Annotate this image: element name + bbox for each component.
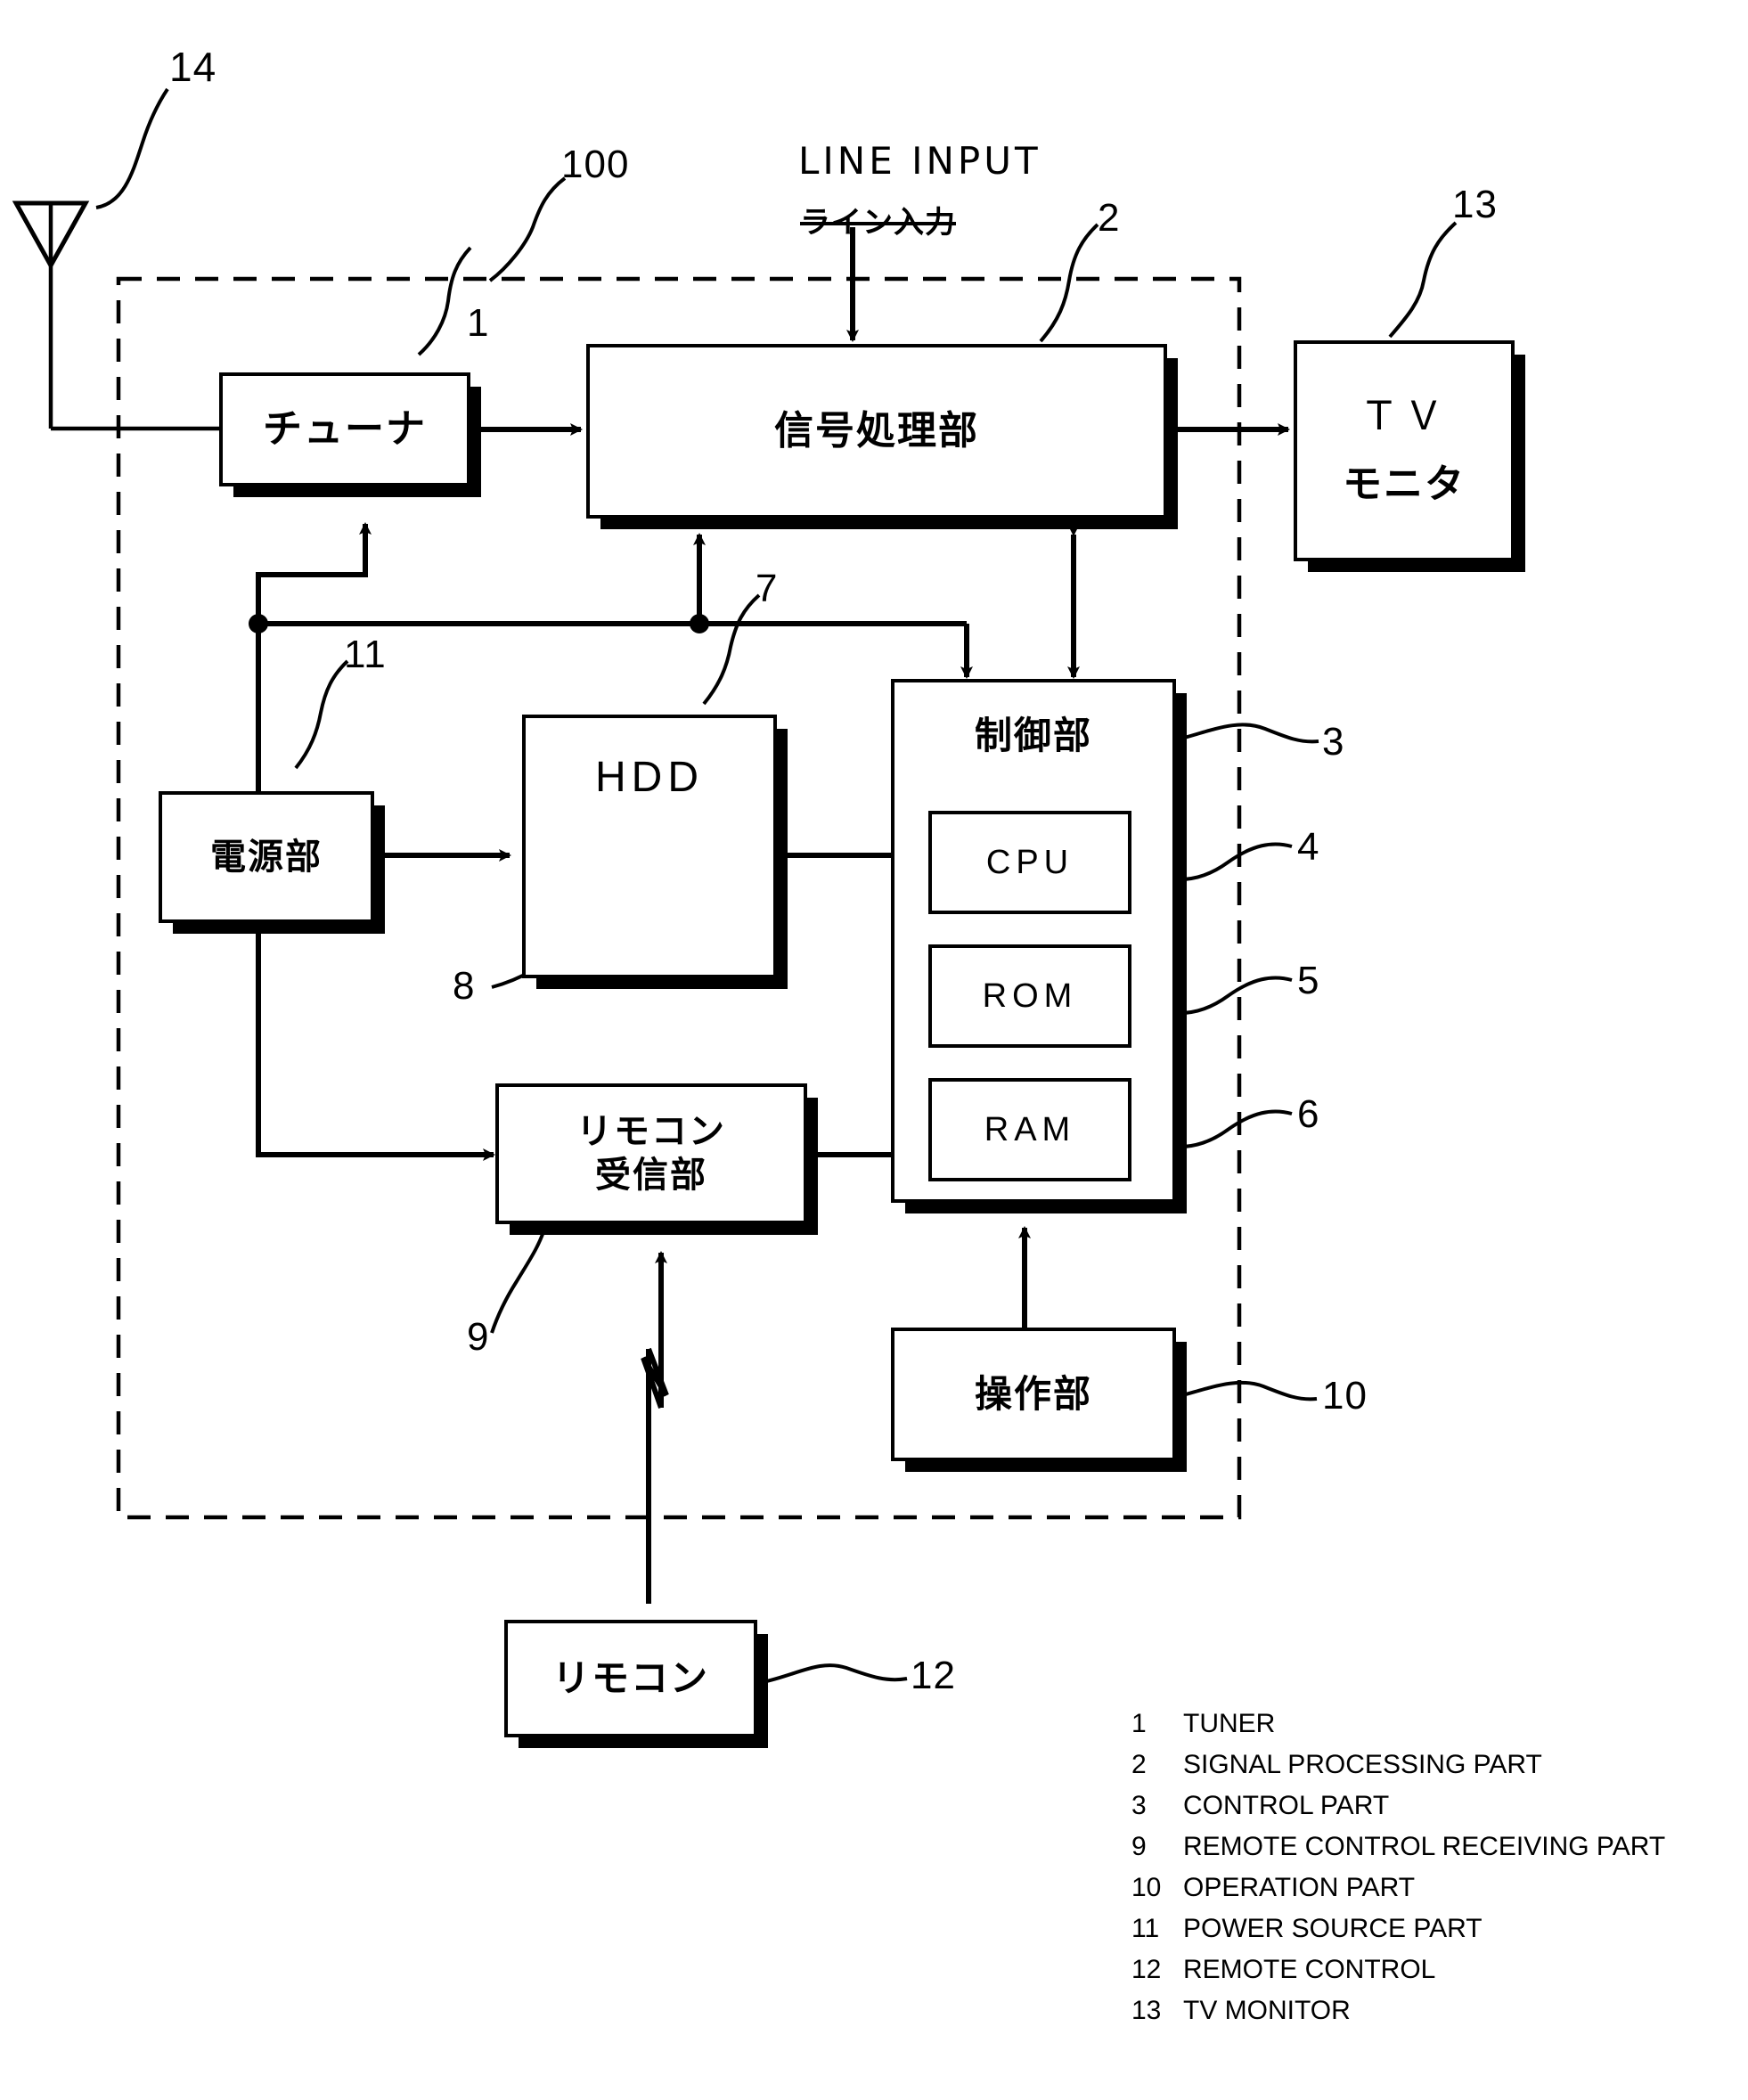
legend-row: 11 POWER SOURCE PART bbox=[1131, 1914, 1746, 1944]
legend-text: POWER SOURCE PART bbox=[1183, 1914, 1483, 1943]
legend-row: 3 CONTROL PART bbox=[1131, 1791, 1746, 1821]
leader-line-3 bbox=[1177, 723, 1319, 744]
block-remote-control-label: リモコン bbox=[551, 1656, 709, 1701]
block-tv-monitor[interactable]: ＴＶ モニタ bbox=[1294, 340, 1515, 561]
block-power-source-label: 電源部 bbox=[210, 836, 323, 878]
leader-line-14 bbox=[95, 87, 169, 209]
ref-numeral-9: 9 bbox=[467, 1315, 490, 1359]
line-input-annotation-en: LINE INPUT bbox=[798, 139, 1041, 183]
legend-row: 12 REMOTE CONTROL bbox=[1131, 1955, 1746, 1985]
leader-line-13 bbox=[1388, 221, 1458, 339]
ref-numeral-1: 1 bbox=[467, 301, 490, 345]
legend-text: TV MONITOR bbox=[1183, 1996, 1351, 2025]
ref-numeral-8: 8 bbox=[453, 964, 476, 1008]
legend-text: TUNER bbox=[1183, 1709, 1276, 1738]
legend-num: 12 bbox=[1131, 1955, 1162, 1984]
line-input-annotation-jp: ライン入力 bbox=[800, 205, 956, 241]
legend-text: REMOTE CONTROL RECEIVING PART bbox=[1183, 1832, 1666, 1861]
legend-text: SIGNAL PROCESSING PART bbox=[1183, 1750, 1542, 1779]
leader-line-9 bbox=[490, 1225, 547, 1334]
block-operation-part[interactable]: 操作部 bbox=[891, 1328, 1176, 1461]
ref-numeral-5: 5 bbox=[1297, 959, 1320, 1002]
ref-numeral-10: 10 bbox=[1322, 1374, 1368, 1418]
patent-figure-canvas: チューナ 信号処理部 ＴＶ モニタ 電源部 HDD 制御部 CPU ROM RA… bbox=[0, 0, 1748, 2100]
ref-numeral-11: 11 bbox=[344, 633, 387, 676]
block-hdd[interactable]: HDD bbox=[522, 715, 777, 978]
legend-num: 2 bbox=[1131, 1750, 1147, 1779]
block-power-source[interactable]: 電源部 bbox=[159, 791, 374, 923]
block-rom[interactable]: ROM bbox=[928, 944, 1131, 1048]
leader-line-11 bbox=[294, 659, 349, 770]
ref-numeral-7: 7 bbox=[756, 567, 779, 610]
legend-num: 9 bbox=[1131, 1832, 1147, 1861]
block-tuner[interactable]: チューナ bbox=[219, 372, 470, 486]
ref-numeral-3: 3 bbox=[1322, 720, 1345, 764]
legend-row: 2 SIGNAL PROCESSING PART bbox=[1131, 1750, 1746, 1780]
leader-line-7 bbox=[702, 593, 761, 706]
legend-row: 10 OPERATION PART bbox=[1131, 1873, 1746, 1903]
bus-branch-to-tuner bbox=[256, 522, 372, 624]
leader-line-100 bbox=[488, 176, 567, 282]
block-cpu-label: CPU bbox=[985, 843, 1074, 881]
legend-text: REMOTE CONTROL bbox=[1183, 1955, 1436, 1984]
block-signal-processing[interactable]: 信号処理部 bbox=[586, 344, 1167, 519]
legend-num: 11 bbox=[1131, 1914, 1160, 1943]
ref-numeral-4: 4 bbox=[1297, 825, 1320, 869]
leader-line-1 bbox=[417, 246, 472, 356]
leader-line-12 bbox=[762, 1663, 908, 1684]
block-remote-receiver-label-line1: リモコン bbox=[576, 1111, 726, 1153]
block-remote-control-receiver[interactable]: リモコン 受信部 bbox=[495, 1083, 807, 1224]
ref-numeral-100: 100 bbox=[561, 143, 630, 186]
legend-text: CONTROL PART bbox=[1183, 1791, 1390, 1820]
block-hdd-label: HDD bbox=[595, 754, 704, 801]
block-tv-monitor-label-line1: ＴＶ bbox=[1360, 395, 1449, 439]
legend-num: 13 bbox=[1131, 1996, 1162, 2025]
block-control-part-label: 制御部 bbox=[974, 714, 1092, 757]
legend-row: 13 TV MONITOR bbox=[1131, 1996, 1746, 2026]
legend-num: 3 bbox=[1131, 1791, 1147, 1820]
legend-num: 10 bbox=[1131, 1873, 1162, 1902]
block-operation-part-label: 操作部 bbox=[974, 1372, 1092, 1417]
legend-num: 1 bbox=[1131, 1709, 1147, 1738]
ir-signal-beam bbox=[641, 1251, 669, 1604]
block-remote-receiver-label-line2: 受信部 bbox=[595, 1155, 707, 1196]
block-rom-label: ROM bbox=[982, 976, 1078, 1015]
ref-numeral-14: 14 bbox=[169, 44, 217, 90]
block-remote-control[interactable]: リモコン bbox=[504, 1620, 757, 1737]
block-cpu[interactable]: CPU bbox=[928, 811, 1131, 914]
block-ram-label: RAM bbox=[984, 1110, 1076, 1148]
block-tv-monitor-label-line2: モニタ bbox=[1343, 462, 1466, 507]
legend-row: 1 TUNER bbox=[1131, 1709, 1746, 1739]
leader-line-2 bbox=[1039, 223, 1099, 343]
ref-numeral-12: 12 bbox=[911, 1654, 956, 1697]
ref-numeral-2: 2 bbox=[1098, 196, 1121, 240]
ref-numeral-13: 13 bbox=[1452, 183, 1498, 226]
reference-numeral-legend: 1 TUNER 2 SIGNAL PROCESSING PART 3 CONTR… bbox=[1131, 1709, 1746, 2037]
block-ram[interactable]: RAM bbox=[928, 1078, 1131, 1181]
ref-numeral-6: 6 bbox=[1297, 1092, 1320, 1136]
legend-row: 9 REMOTE CONTROL RECEIVING PART bbox=[1131, 1832, 1746, 1862]
leader-line-10 bbox=[1175, 1380, 1318, 1401]
block-signal-processing-label: 信号処理部 bbox=[774, 408, 979, 454]
legend-text: OPERATION PART bbox=[1183, 1873, 1416, 1902]
block-tuner-label: チューナ bbox=[263, 406, 427, 453]
